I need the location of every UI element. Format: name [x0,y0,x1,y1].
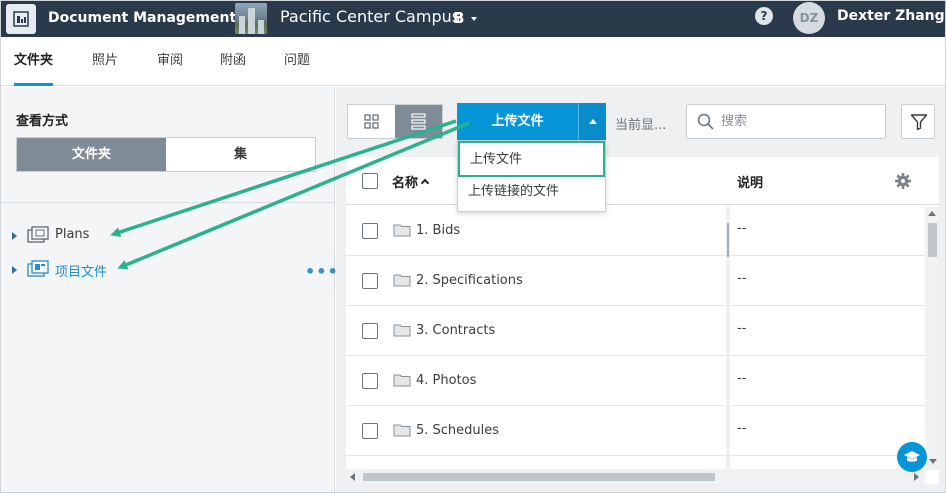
row-description: -- [737,371,747,386]
plans-folder-icon [27,226,49,248]
chevron-down-icon [471,16,478,21]
upload-dropdown-menu: 上传文件 上传链接的文件 [457,140,606,212]
folder-icon [393,274,411,287]
search-box [686,104,886,139]
row-description: -- [737,271,747,286]
view-mode-toggle [347,104,443,139]
upload-files-button[interactable]: 上传文件 [457,103,578,140]
row-checkbox[interactable] [362,423,378,439]
table-row[interactable]: 5. Schedules -- [346,406,939,456]
view-segment-control: 文件夹 集 [16,137,316,172]
menu-item-upload-files[interactable]: 上传文件 [458,141,605,177]
scroll-left-icon[interactable] [350,473,355,481]
scroll-down-icon[interactable] [929,459,937,464]
segment-sets[interactable]: 集 [166,138,315,171]
folder-icon [393,224,411,237]
folder-icon [393,374,411,387]
file-table: 名称 说明 1. Bids -- 2. Specifications -- 3.… [346,157,939,484]
column-header-description[interactable]: 说明 [737,172,763,191]
project-thumbnail [235,3,267,34]
table-row[interactable]: 1. Bids -- [346,206,939,256]
vertical-scrollbar[interactable] [925,207,939,470]
column-header-name[interactable]: 名称 [392,172,430,191]
tab-photos[interactable]: 照片 [92,37,118,86]
more-options-icon[interactable]: ••• [305,262,339,281]
app-logo-icon[interactable] [6,4,36,34]
scroll-right-icon[interactable] [914,473,919,481]
row-name[interactable]: 5. Schedules [416,423,499,438]
row-description: -- [737,321,747,336]
scroll-thumb[interactable] [363,473,715,481]
row-name[interactable]: 2. Specifications [416,273,523,288]
scroll-thumb[interactable] [928,223,937,257]
expand-triangle-icon[interactable] [12,232,17,240]
top-bar: Document Management Pacific Center Campu… [1,1,945,49]
project-switcher[interactable]: B [453,9,478,27]
horizontal-scrollbar[interactable] [346,469,925,484]
row-name[interactable]: 1. Bids [416,223,460,238]
row-description: -- [737,421,747,436]
tree-item-label: Plans [55,227,90,242]
project-badge: B [453,9,465,27]
main-content: 上传文件 当前显... 名称 说明 1. Bids -- 2. Specific… [336,87,945,492]
search-icon [697,113,714,130]
column-name-label: 名称 [392,176,419,191]
filter-icon [910,114,928,131]
list-view-button[interactable] [395,105,442,138]
list-view-icon [411,113,426,130]
graduation-cap-icon [904,451,920,462]
row-checkbox[interactable] [362,373,378,389]
select-all-checkbox[interactable] [362,173,378,189]
divider [1,202,334,203]
tab-folders[interactable]: 文件夹 [14,37,54,86]
upload-options-dropdown-button[interactable] [578,103,606,140]
help-icon[interactable]: ? [755,7,773,25]
search-input[interactable] [721,105,881,138]
table-row[interactable]: 4. Photos -- [346,356,939,406]
project-title[interactable]: Pacific Center Campus [280,1,460,32]
tab-bar: 文件夹 照片 审阅 附函 问题 [1,37,945,86]
tab-reviews[interactable]: 审阅 [157,37,183,86]
tab-transmittals[interactable]: 附函 [220,37,246,86]
sort-ascending-icon [420,178,430,188]
table-row[interactable]: 2. Specifications -- [346,256,939,306]
current-showing-label: 当前显... [615,118,667,133]
filter-button[interactable] [901,104,935,139]
table-header: 名称 说明 [346,157,939,205]
sidebar: 查看方式 文件夹 集 Plans 项目文件 ••• [1,87,338,492]
row-name[interactable]: 4. Photos [416,373,476,388]
tree-item-label: 项目文件 [55,265,108,280]
view-by-label: 查看方式 [16,114,69,129]
avatar[interactable]: DZ [793,2,825,34]
scroll-up-icon[interactable] [928,211,936,216]
expand-triangle-icon[interactable] [12,266,17,274]
row-checkbox[interactable] [362,223,378,239]
project-files-icon [27,260,49,282]
grid-view-icon [364,114,379,129]
row-description: -- [737,221,747,236]
user-name: Dexter Zhang [837,8,945,24]
column-resize-handle[interactable] [727,223,729,257]
table-row[interactable]: 3. Contracts -- [346,306,939,356]
tab-issues[interactable]: 问题 [284,37,310,86]
learning-help-button[interactable] [897,442,927,472]
app-switcher[interactable]: Document Management [48,1,247,35]
menu-item-upload-linked-files[interactable]: 上传链接的文件 [458,177,605,213]
folder-icon [393,424,411,437]
app-title: Document Management [48,10,237,26]
gear-icon[interactable] [894,172,912,190]
row-checkbox[interactable] [362,323,378,339]
row-checkbox[interactable] [362,273,378,289]
segment-folders[interactable]: 文件夹 [17,138,166,171]
row-name[interactable]: 3. Contracts [416,323,495,338]
folder-icon [393,324,411,337]
grid-view-button[interactable] [348,105,395,138]
